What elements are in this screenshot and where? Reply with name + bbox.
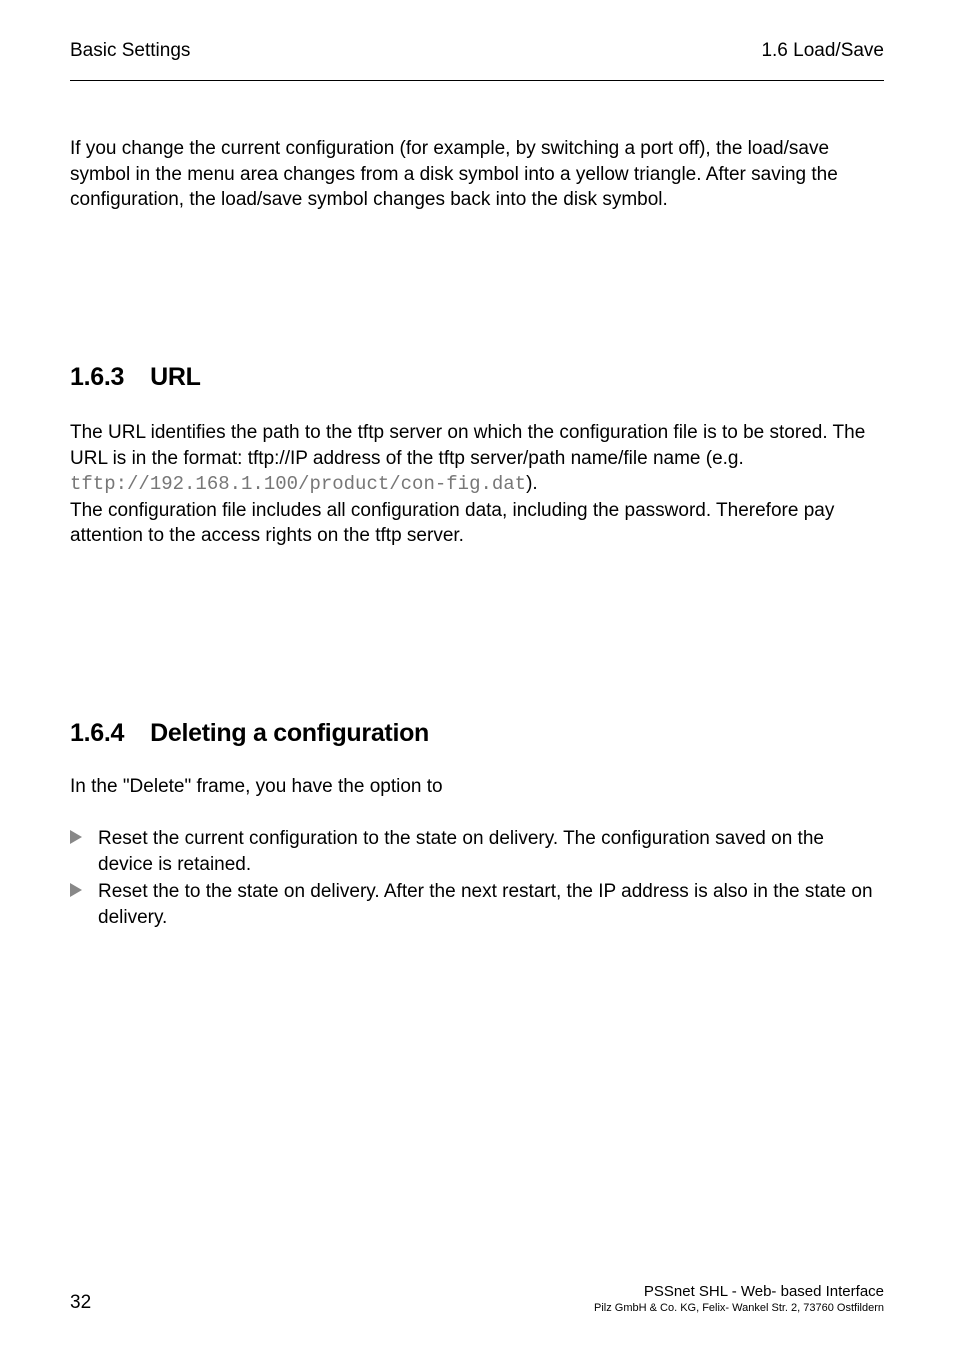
footer-company: Pilz GmbH & Co. KG, Felix- Wankel Str. 2… (594, 1302, 884, 1314)
section-heading-164: 1.6.4 Deleting a configuration (70, 719, 884, 748)
section-title: Deleting a configuration (150, 719, 429, 747)
bullet-text: Reset the current configuration to the s… (98, 826, 884, 877)
header-divider (70, 80, 884, 81)
section-163-pre: The URL identifies the path to the tftp … (70, 422, 865, 469)
page-footer: 32 PSSnet SHL - Web- based Interface Pil… (70, 1283, 884, 1314)
list-item: Reset the to the state on delivery. Afte… (70, 879, 884, 930)
list-item: Reset the current configuration to the s… (70, 826, 884, 877)
page-number: 32 (70, 1292, 91, 1314)
section-164-lead: In the "Delete" frame, you have the opti… (70, 776, 884, 798)
section-number: 1.6.3 (70, 363, 124, 391)
section-163-para2: The configuration file includes all conf… (70, 498, 884, 549)
page-header: Basic Settings 1.6 Load/Save (70, 40, 884, 80)
section-163-code: tftp://192.168.1.100/product/con-fig.dat (70, 473, 526, 495)
header-left: Basic Settings (70, 40, 190, 62)
intro-paragraph: If you change the current configuration … (70, 136, 884, 213)
triangle-bullet-icon (70, 830, 98, 844)
triangle-bullet-icon (70, 883, 98, 897)
header-right: 1.6 Load/Save (761, 40, 884, 62)
section-1-6-3: 1.6.3 URL The URL identifies the path to … (70, 363, 884, 549)
section-title: URL (150, 363, 200, 391)
section-163-body: The URL identifies the path to the tftp … (70, 420, 884, 498)
section-163-post: ). (526, 473, 538, 494)
bullet-list: Reset the current configuration to the s… (70, 826, 884, 931)
footer-title: PSSnet SHL - Web- based Interface (594, 1283, 884, 1300)
section-heading-163: 1.6.3 URL (70, 363, 884, 392)
bullet-text: Reset the to the state on delivery. Afte… (98, 879, 884, 930)
section-1-6-4: 1.6.4 Deleting a configuration In the "De… (70, 719, 884, 931)
section-number: 1.6.4 (70, 719, 124, 747)
footer-right: PSSnet SHL - Web- based Interface Pilz G… (594, 1283, 884, 1314)
